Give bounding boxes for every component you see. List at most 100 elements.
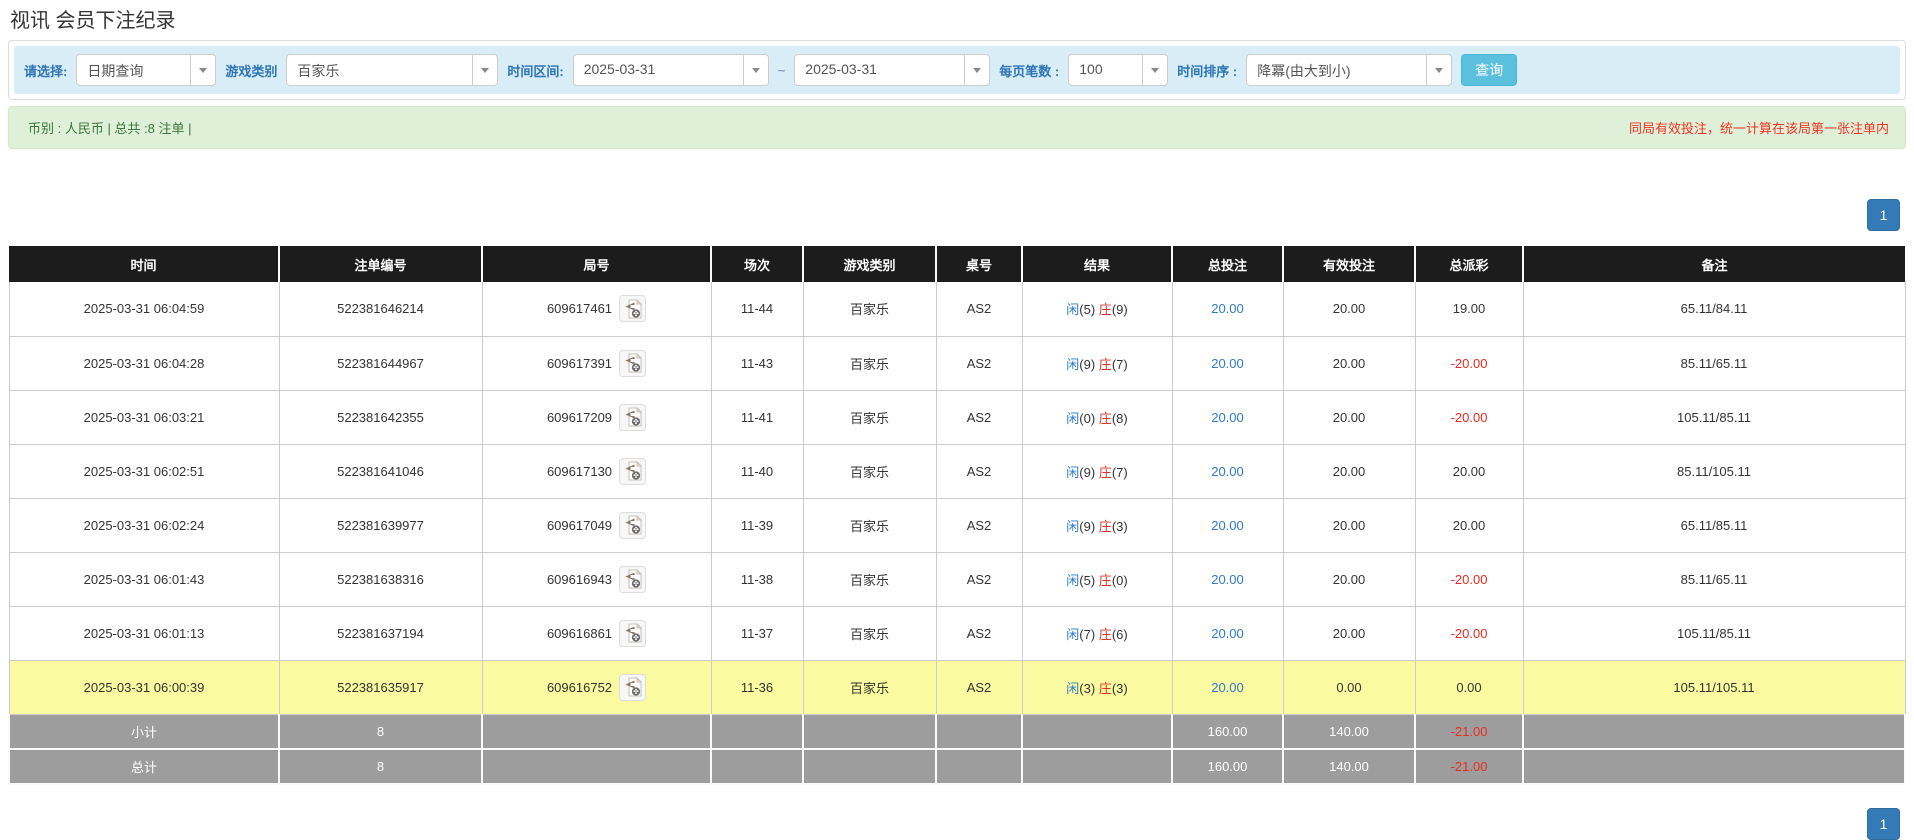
result-player: 闲 <box>1066 357 1079 372</box>
video-replay-icon[interactable] <box>619 458 646 485</box>
cell-time: 2025-03-31 06:01:13 <box>9 606 279 660</box>
total-bet-link[interactable]: 20.00 <box>1211 626 1244 641</box>
table-row: 2025-03-31 06:03:21522381642355609617209… <box>9 390 1905 444</box>
same-round-notice: 同局有效投注，统一计算在该局第一张注单内 <box>1629 118 1889 137</box>
table-row: 2025-03-31 06:02:24522381639977609617049… <box>9 498 1905 552</box>
cell-remark: 85.11/65.11 <box>1523 336 1905 390</box>
cell-bet-no: 522381646214 <box>279 282 482 336</box>
query-type-select[interactable]: 日期查询 <box>76 54 216 86</box>
cell-table-no: AS2 <box>936 660 1022 714</box>
cell-valid-bet: 20.00 <box>1283 552 1415 606</box>
cell-session: 11-38 <box>711 552 803 606</box>
sum-count: 8 <box>279 749 482 784</box>
page-title: 视讯 会员下注纪录 <box>10 8 1904 34</box>
column-header: 备注 <box>1523 246 1905 282</box>
cell-remark: 105.11/85.11 <box>1523 606 1905 660</box>
cell-remark: 65.11/84.11 <box>1523 282 1905 336</box>
page-button-1[interactable]: 1 <box>1867 808 1900 840</box>
cell-remark: 105.11/105.11 <box>1523 660 1905 714</box>
caret-down-icon <box>1426 55 1451 85</box>
total-bet-link[interactable]: 20.00 <box>1211 464 1244 479</box>
game-type-select[interactable]: 百家乐 <box>286 54 498 86</box>
total-row: 总计8160.00140.00-21.00 <box>9 749 1905 784</box>
result-banker: 庄 <box>1099 627 1112 642</box>
cell-total-bet: 20.00 <box>1172 498 1283 552</box>
sum-count: 8 <box>279 714 482 749</box>
video-replay-icon[interactable] <box>619 620 646 647</box>
cell-valid-bet: 20.00 <box>1283 336 1415 390</box>
cell-total-bet: 20.00 <box>1172 552 1283 606</box>
cell-result: 闲(0) 庄(8) <box>1022 390 1172 444</box>
cell-session: 11-36 <box>711 660 803 714</box>
cell-time: 2025-03-31 06:02:51 <box>9 444 279 498</box>
total-bet-link[interactable]: 20.00 <box>1211 572 1244 587</box>
column-header: 注单编号 <box>279 246 482 282</box>
cell-session: 11-44 <box>711 282 803 336</box>
table-row: 2025-03-31 06:01:43522381638316609616943… <box>9 552 1905 606</box>
cell-game-type: 百家乐 <box>803 282 936 336</box>
video-replay-icon[interactable] <box>619 295 646 322</box>
cell-time: 2025-03-31 06:00:39 <box>9 660 279 714</box>
page-button-1[interactable]: 1 <box>1867 199 1900 231</box>
page-size-value: 100 <box>1069 55 1142 85</box>
cell-game-type: 百家乐 <box>803 606 936 660</box>
cell-time: 2025-03-31 06:01:43 <box>9 552 279 606</box>
cell-payout: -20.00 <box>1415 552 1523 606</box>
caret-down-icon <box>1142 55 1167 85</box>
cell-payout: -20.00 <box>1415 390 1523 444</box>
time-sort-select[interactable]: 降冪(由大到小) <box>1246 54 1452 86</box>
cell-bet-no: 522381635917 <box>279 660 482 714</box>
column-header: 局号 <box>482 246 711 282</box>
sum-payout: -21.00 <box>1415 749 1523 784</box>
cell-game-type: 百家乐 <box>803 336 936 390</box>
cell-bet-no: 522381638316 <box>279 552 482 606</box>
cell-round-no: 609616861 <box>482 606 711 660</box>
cell-total-bet: 20.00 <box>1172 390 1283 444</box>
table-row: 2025-03-31 06:01:13522381637194609616861… <box>9 606 1905 660</box>
cell-round-no: 609617130 <box>482 444 711 498</box>
query-type-label: 请选择: <box>24 61 67 80</box>
video-replay-icon[interactable] <box>619 674 646 701</box>
cell-payout: 19.00 <box>1415 282 1523 336</box>
table-row: 2025-03-31 06:04:59522381646214609617461… <box>9 282 1905 336</box>
video-replay-icon[interactable] <box>619 350 646 377</box>
cell-valid-bet: 20.00 <box>1283 498 1415 552</box>
records-body: 2025-03-31 06:04:59522381646214609617461… <box>9 282 1905 784</box>
total-bet-link[interactable]: 20.00 <box>1211 356 1244 371</box>
cell-round-no: 609616752 <box>482 660 711 714</box>
cell-remark: 85.11/105.11 <box>1523 444 1905 498</box>
total-bet-link[interactable]: 20.00 <box>1211 680 1244 695</box>
sum-label: 小计 <box>9 714 279 749</box>
video-replay-icon[interactable] <box>619 404 646 431</box>
sum-label: 总计 <box>9 749 279 784</box>
header-row: 时间注单编号局号场次游戏类别桌号结果总投注有效投注总派彩备注 <box>9 246 1905 282</box>
table-row: 2025-03-31 06:00:39522381635917609616752… <box>9 660 1905 714</box>
time-sort-label: 时间排序 : <box>1177 61 1237 80</box>
cell-valid-bet: 20.00 <box>1283 606 1415 660</box>
search-button[interactable]: 查询 <box>1461 54 1517 86</box>
cell-result: 闲(9) 庄(7) <box>1022 444 1172 498</box>
cell-time: 2025-03-31 06:04:59 <box>9 282 279 336</box>
total-bet-link[interactable]: 20.00 <box>1211 410 1244 425</box>
cell-session: 11-41 <box>711 390 803 444</box>
cell-table-no: AS2 <box>936 498 1022 552</box>
cell-game-type: 百家乐 <box>803 390 936 444</box>
cell-game-type: 百家乐 <box>803 444 936 498</box>
round-number: 609617130 <box>547 464 612 479</box>
video-replay-icon[interactable] <box>619 566 646 593</box>
total-bet-link[interactable]: 20.00 <box>1211 301 1244 316</box>
page-size-select[interactable]: 100 <box>1068 54 1168 86</box>
cell-result: 闲(7) 庄(6) <box>1022 606 1172 660</box>
sum-payout: -21.00 <box>1415 714 1523 749</box>
round-number: 609616861 <box>547 626 612 641</box>
caret-down-icon <box>472 55 497 85</box>
video-replay-icon[interactable] <box>619 512 646 539</box>
result-player: 闲 <box>1066 627 1079 642</box>
column-header: 时间 <box>9 246 279 282</box>
date-from-select[interactable]: 2025-03-31 <box>573 54 769 86</box>
cell-total-bet: 20.00 <box>1172 660 1283 714</box>
column-header: 总投注 <box>1172 246 1283 282</box>
pagination-top: 1 <box>8 199 1906 231</box>
total-bet-link[interactable]: 20.00 <box>1211 518 1244 533</box>
date-to-select[interactable]: 2025-03-31 <box>794 54 990 86</box>
